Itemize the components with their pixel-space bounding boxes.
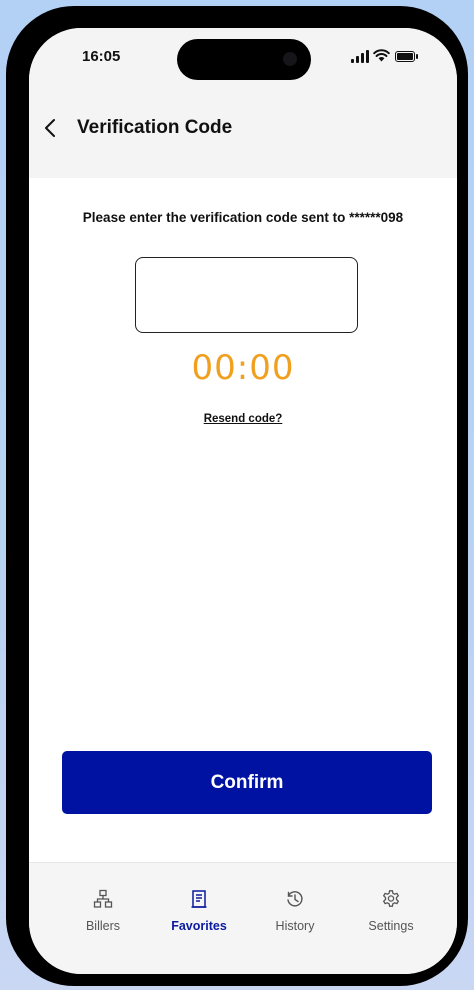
receipt-icon: [191, 890, 207, 908]
sitemap-icon: [93, 889, 113, 908]
status-icons: [351, 48, 421, 64]
signal-icon: [351, 50, 369, 63]
verification-code-input[interactable]: [135, 257, 358, 333]
app-screen: 16:05 Verification Code Please enter the…: [29, 28, 457, 974]
chevron-left-icon: [45, 119, 55, 137]
tab-settings-label: Settings: [368, 919, 414, 933]
dynamic-island: [177, 39, 311, 80]
wifi-icon: [373, 49, 390, 62]
tab-history-label: History: [275, 919, 315, 933]
resend-wrapper: Resend code?: [29, 413, 457, 425]
page-title: Verification Code: [77, 117, 233, 138]
bottom-tab-bar: Billers Favorites History Settings: [29, 862, 457, 974]
gear-icon: [382, 890, 400, 907]
tab-billers-label: Billers: [85, 919, 121, 933]
confirm-button[interactable]: Confirm: [62, 751, 432, 814]
tab-settings[interactable]: Settings: [351, 889, 431, 933]
tab-favorites[interactable]: Favorites: [159, 889, 239, 933]
phone-frame: 16:05 Verification Code Please enter the…: [6, 6, 468, 986]
tab-favorites-label: Favorites: [171, 919, 227, 933]
countdown-timer: 00:00: [191, 348, 295, 388]
resend-code-link[interactable]: Resend code?: [204, 413, 283, 425]
battery-icon: [395, 51, 418, 62]
back-button[interactable]: [41, 116, 61, 140]
status-time: 16:05: [82, 48, 121, 65]
verification-prompt: Please enter the verification code sent …: [82, 210, 404, 225]
tab-billers[interactable]: Billers: [63, 889, 143, 933]
tab-history[interactable]: History: [255, 889, 335, 933]
history-icon: [287, 891, 303, 907]
header-area: 16:05 Verification Code: [29, 28, 457, 178]
